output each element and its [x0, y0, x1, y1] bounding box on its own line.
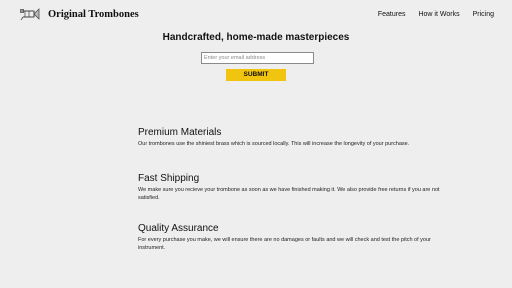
- landing-page: Original Trombones Features How it Works…: [0, 0, 512, 288]
- feature-description: For every purchase you make, we will ens…: [138, 237, 431, 251]
- submit-button[interactable]: SUBMIT: [226, 69, 286, 81]
- nav-features-link[interactable]: Features: [378, 11, 406, 18]
- feature-description: Our trombones use the shiniest brass whi…: [138, 141, 410, 147]
- nav-how-it-works-link[interactable]: How it Works: [418, 11, 459, 18]
- hero-section: Handcrafted, home-made masterpieces: [0, 31, 512, 45]
- feature-description: We make sure you recieve your trombone a…: [138, 187, 440, 201]
- header: Original Trombones Features How it Works…: [0, 0, 512, 30]
- hero-title: Handcrafted, home-made masterpieces: [162, 32, 350, 43]
- feature-title: Premium Materials: [138, 127, 222, 138]
- nav-pricing-link[interactable]: Pricing: [473, 11, 494, 18]
- feature-title: Quality Assurance: [138, 223, 219, 234]
- main-nav: Features How it Works Pricing: [378, 11, 494, 18]
- logo[interactable]: Original Trombones: [19, 5, 139, 23]
- feature-title: Fast Shipping: [138, 173, 200, 184]
- feature-quality-assurance: Quality Assurance For every purchase you…: [138, 223, 458, 252]
- email-input[interactable]: [201, 52, 314, 64]
- trombone-icon: [20, 8, 40, 21]
- feature-premium-materials: Premium Materials Our trombones use the …: [138, 127, 458, 148]
- feature-fast-shipping: Fast Shipping We make sure you recieve y…: [138, 173, 458, 202]
- brand-name: Original Trombones: [48, 8, 139, 20]
